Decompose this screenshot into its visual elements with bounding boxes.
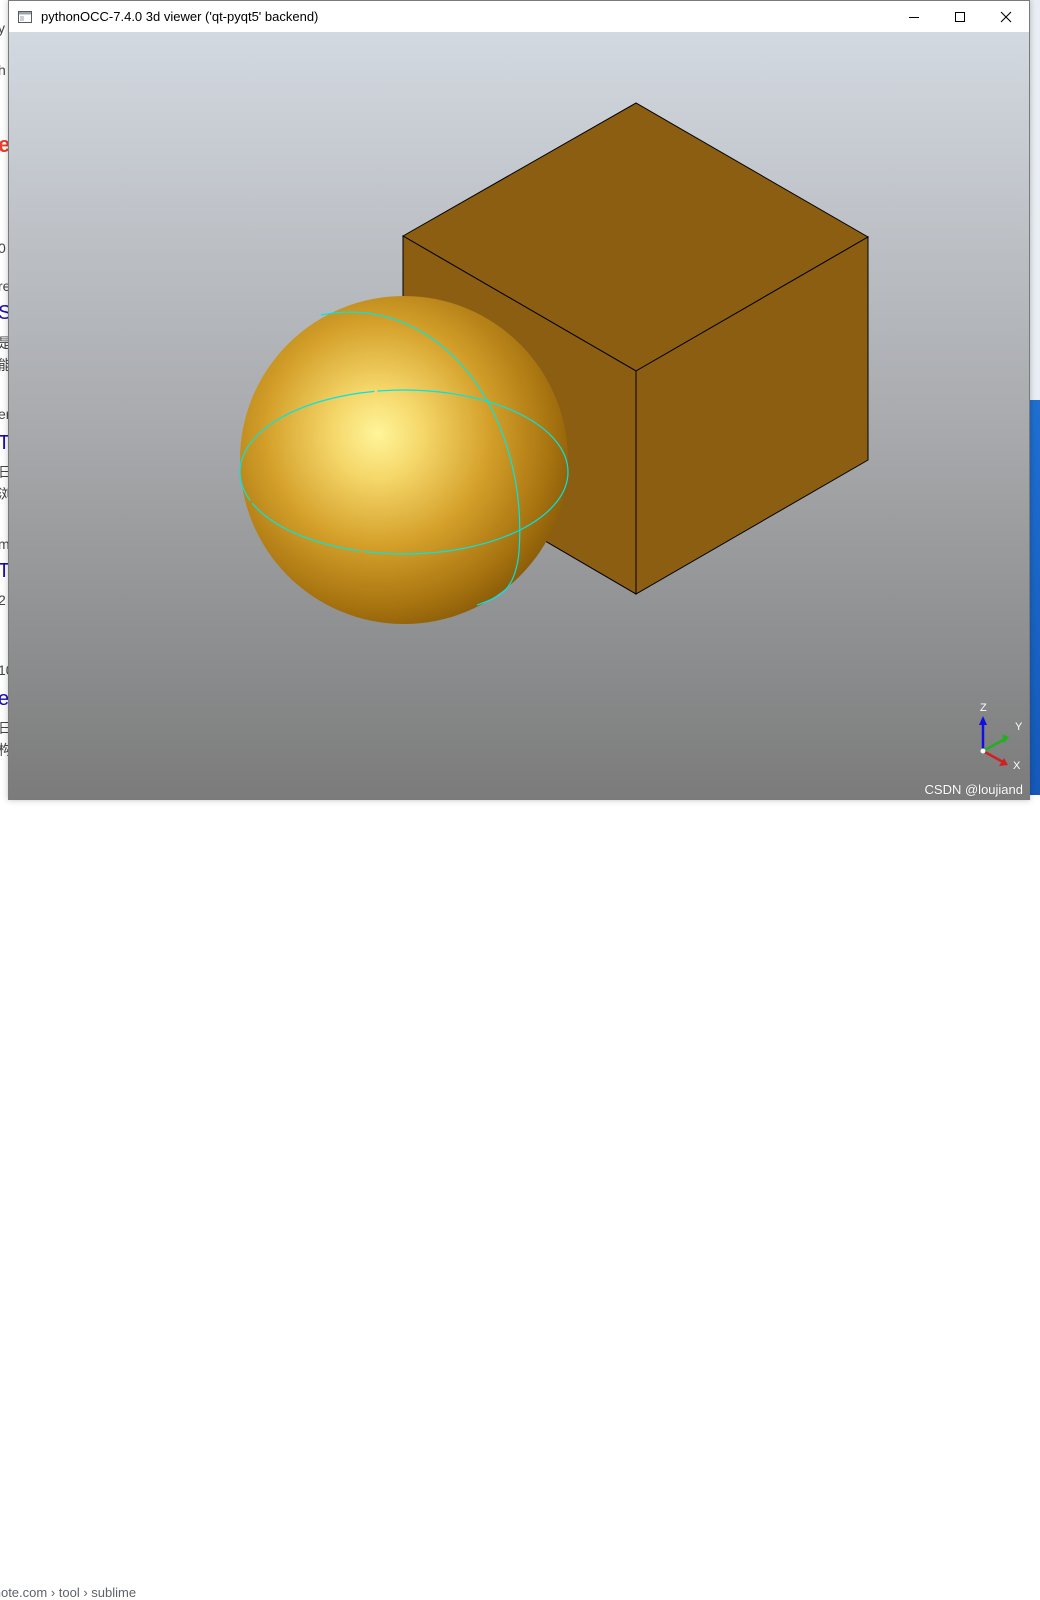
x-axis-label: X: [1013, 760, 1021, 772]
sphere-shape[interactable]: [239, 296, 569, 624]
bg-fragment: 0: [0, 240, 6, 256]
window-title: pythonOCC-7.4.0 3d viewer ('qt-pyqt5' ba…: [41, 9, 319, 24]
maximize-icon: [955, 11, 965, 22]
scene-canvas[interactable]: Z Y X: [9, 32, 1029, 800]
y-axis-arrow: [982, 737, 1006, 753]
z-axis-label: Z: [980, 702, 987, 714]
minimize-button[interactable]: [891, 1, 937, 32]
viewer-window: pythonOCC-7.4.0 3d viewer ('qt-pyqt5' ba…: [8, 0, 1030, 800]
window-icon: [17, 9, 33, 25]
watermark-text: CSDN @loujiand: [924, 782, 1023, 797]
background-desktop-strip: [1030, 0, 1040, 807]
bg-url-text: dchote.com › tool › sublime: [0, 1585, 137, 1600]
maximize-button[interactable]: [937, 1, 983, 32]
x-axis-arrow: [982, 749, 1004, 764]
y-axis-label: Y: [1015, 721, 1023, 733]
close-icon: [1000, 11, 1012, 22]
axis-trihedron: Z Y X: [979, 702, 1023, 772]
3d-viewport[interactable]: Z Y X CSDN @loujiand: [9, 32, 1029, 800]
bg-fragment: 2: [0, 592, 6, 608]
minimize-icon: [909, 16, 919, 18]
close-button[interactable]: [983, 1, 1029, 32]
sphere-body: [240, 296, 568, 624]
bg-fragment: y: [0, 20, 5, 36]
window-controls: [891, 1, 1029, 32]
bg-fragment: h: [0, 62, 6, 78]
title-bar[interactable]: pythonOCC-7.4.0 3d viewer ('qt-pyqt5' ba…: [9, 1, 1029, 32]
